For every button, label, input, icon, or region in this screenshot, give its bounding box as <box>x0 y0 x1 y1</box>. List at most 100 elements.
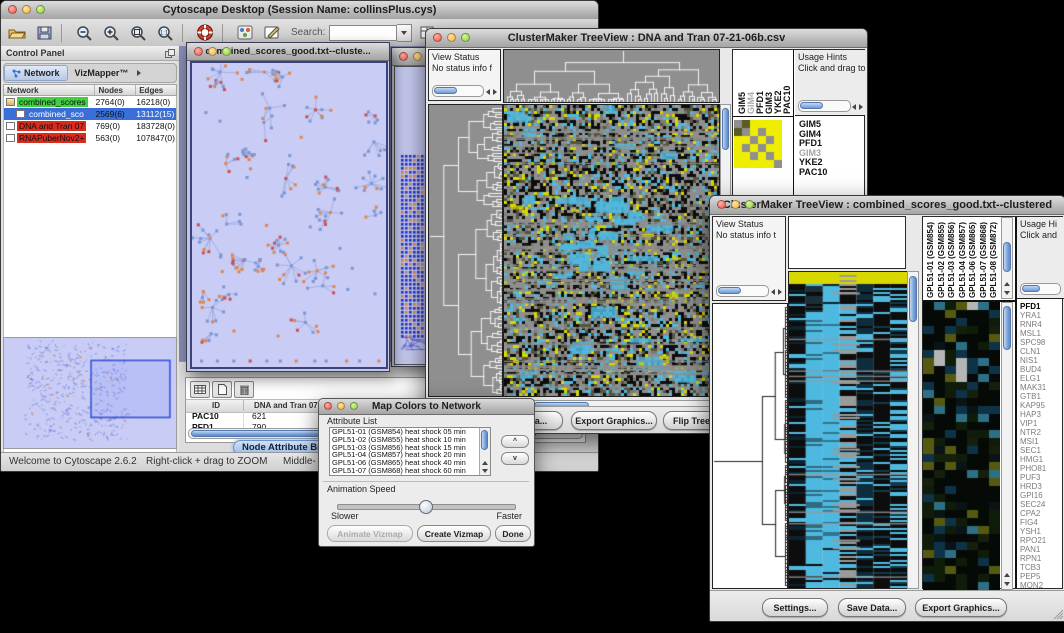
treeview2-zoom-heatmap[interactable] <box>923 302 1000 590</box>
close-icon[interactable] <box>194 47 203 56</box>
attribute-list-scrollbar[interactable] <box>479 428 490 475</box>
gene-label[interactable]: PUF3 <box>1017 473 1064 482</box>
gene-label[interactable]: YSH1 <box>1017 527 1064 536</box>
zoom-heatmap-scrollbar[interactable] <box>1001 302 1013 590</box>
gene-label[interactable]: RNR4 <box>1017 320 1064 329</box>
attribute-item[interactable]: GPL51-07 (GSM868) heat shock 60 min <box>330 467 490 475</box>
animation-speed-slider[interactable] <box>337 504 516 510</box>
scroll-up-icon[interactable] <box>1004 282 1010 286</box>
settings-button[interactable]: Settings... <box>762 598 828 617</box>
gene-label[interactable]: PEP5 <box>1017 572 1064 581</box>
zoom-window-icon[interactable] <box>461 33 470 42</box>
open-file-button[interactable] <box>6 23 28 43</box>
column-label[interactable]: GPL51-01 (GSM854) <box>926 222 935 298</box>
close-icon[interactable] <box>433 33 442 42</box>
col-nodes[interactable]: Nodes <box>95 85 136 95</box>
save-data-button[interactable]: Save Data... <box>838 598 906 617</box>
gene-label[interactable]: BUD4 <box>1017 365 1064 374</box>
select-attributes-icon[interactable] <box>190 381 210 398</box>
export-graphics-button[interactable]: Export Graphics... <box>915 598 1007 617</box>
network-overview-thumbnail[interactable] <box>3 337 177 449</box>
attribute-list[interactable]: GPL51-01 (GSM854) heat shock 05 minGPL51… <box>329 427 491 476</box>
usage-hints-scrollbar[interactable] <box>1020 283 1061 295</box>
gene-label[interactable]: PHO81 <box>1017 464 1064 473</box>
view-status-scrollbar[interactable] <box>432 85 484 97</box>
search-dropdown-icon[interactable] <box>397 24 412 42</box>
gene-label[interactable]: SPC98 <box>1017 338 1064 347</box>
gene-label[interactable]: KAP95 <box>1017 401 1064 410</box>
tab-vizmapper[interactable]: VizMapper™ <box>68 66 136 80</box>
column-label[interactable]: GPL51-04 (GSM857) <box>958 222 967 298</box>
gene-label[interactable]: MSI1 <box>1017 437 1064 446</box>
gene-label[interactable]: MAK31 <box>1017 383 1064 392</box>
gene-label[interactable]: RPO21 <box>1017 536 1064 545</box>
plugin-manager-icon[interactable] <box>234 23 256 43</box>
col-network[interactable]: Network <box>4 85 95 95</box>
gene-label[interactable]: ELG1 <box>1017 374 1064 383</box>
done-button[interactable]: Done <box>495 525 531 542</box>
minimize-icon[interactable] <box>413 52 422 61</box>
network-row[interactable]: combined_scores2764(0)16218(0) <box>4 96 176 108</box>
main-titlebar[interactable]: Cytoscape Desktop (Session Name: collins… <box>1 1 598 20</box>
gene-label[interactable]: VIP1 <box>1017 419 1064 428</box>
gene-label[interactable]: YRA1 <box>1017 311 1064 320</box>
selection-gene-label[interactable]: PAC10 <box>797 168 827 178</box>
scroll-right-icon[interactable] <box>493 89 497 95</box>
minimize-icon[interactable] <box>447 33 456 42</box>
gene-label[interactable]: CPA2 <box>1017 509 1064 518</box>
new-attribute-icon[interactable] <box>212 381 232 398</box>
export-graphics-button[interactable]: Export Graphics... <box>571 411 657 430</box>
create-vizmap-button[interactable]: Create Vizmap <box>417 525 491 542</box>
zoom-fit-icon[interactable]: 1:1 <box>154 23 176 43</box>
gene-label[interactable]: HAP3 <box>1017 410 1064 419</box>
gene-label[interactable]: MSL1 <box>1017 329 1064 338</box>
column-labels-scrollbar[interactable] <box>1001 217 1013 299</box>
delete-attribute-icon[interactable] <box>234 381 254 398</box>
gene-label[interactable]: TCB3 <box>1017 563 1064 572</box>
gene-label[interactable]: PFD1 <box>1017 302 1064 311</box>
scroll-up-icon[interactable] <box>1004 573 1010 577</box>
column-label[interactable]: GPL51-07 (GSM868) <box>979 222 988 298</box>
treeview2-row-dendrogram[interactable] <box>712 303 788 589</box>
gene-label[interactable]: NTR2 <box>1017 428 1064 437</box>
column-label[interactable]: GPL51-08 (GSM872) <box>989 222 998 298</box>
tab-overflow-icon[interactable] <box>137 70 141 76</box>
scroll-left-icon[interactable] <box>486 89 490 95</box>
scroll-down-icon[interactable] <box>482 469 488 473</box>
scroll-right-icon[interactable] <box>778 289 782 295</box>
view-status-scrollbar[interactable] <box>716 285 769 297</box>
zoom-selected-icon[interactable] <box>127 23 149 43</box>
zoom-window-icon[interactable] <box>222 47 231 56</box>
close-icon[interactable] <box>324 402 332 410</box>
scroll-up-icon[interactable] <box>482 461 488 465</box>
zoom-window-icon[interactable] <box>36 5 45 14</box>
column-label[interactable]: GPL51-03 (GSM856) <box>947 222 956 298</box>
minimize-icon[interactable] <box>22 5 31 14</box>
minimize-icon[interactable] <box>337 402 345 410</box>
column-label[interactable]: GPL51-06 (GSM865) <box>968 222 977 298</box>
gene-label[interactable]: MON2 <box>1017 581 1064 590</box>
column-label[interactable]: PAC10 <box>782 86 791 114</box>
gene-label[interactable]: CLN1 <box>1017 347 1064 356</box>
gene-label[interactable]: HMG1 <box>1017 455 1064 464</box>
scroll-right-icon[interactable] <box>859 104 863 110</box>
gene-label[interactable]: NIS1 <box>1017 356 1064 365</box>
gene-label[interactable]: FIG4 <box>1017 518 1064 527</box>
gene-label[interactable]: HRD3 <box>1017 482 1064 491</box>
scroll-down-icon[interactable] <box>1004 291 1010 295</box>
zoom-window-icon[interactable] <box>350 402 358 410</box>
network-row[interactable]: DNA and Tran 07769(0)183728(0) <box>4 120 176 132</box>
gene-label[interactable]: SEC1 <box>1017 446 1064 455</box>
move-up-button[interactable]: ^ <box>501 435 529 448</box>
treeview1-row-dendrogram[interactable] <box>428 104 503 397</box>
float-panel-icon[interactable] <box>165 49 175 58</box>
gene-label[interactable]: PAN1 <box>1017 545 1064 554</box>
usage-hints-scrollbar[interactable] <box>798 100 851 112</box>
zoom-in-icon[interactable] <box>100 23 122 43</box>
gene-label[interactable]: GTB1 <box>1017 392 1064 401</box>
close-icon[interactable] <box>399 52 408 61</box>
network-canvas-1[interactable] <box>190 61 388 369</box>
slider-thumb[interactable] <box>419 500 433 514</box>
close-icon[interactable] <box>8 5 17 14</box>
scroll-left-icon[interactable] <box>852 104 856 110</box>
